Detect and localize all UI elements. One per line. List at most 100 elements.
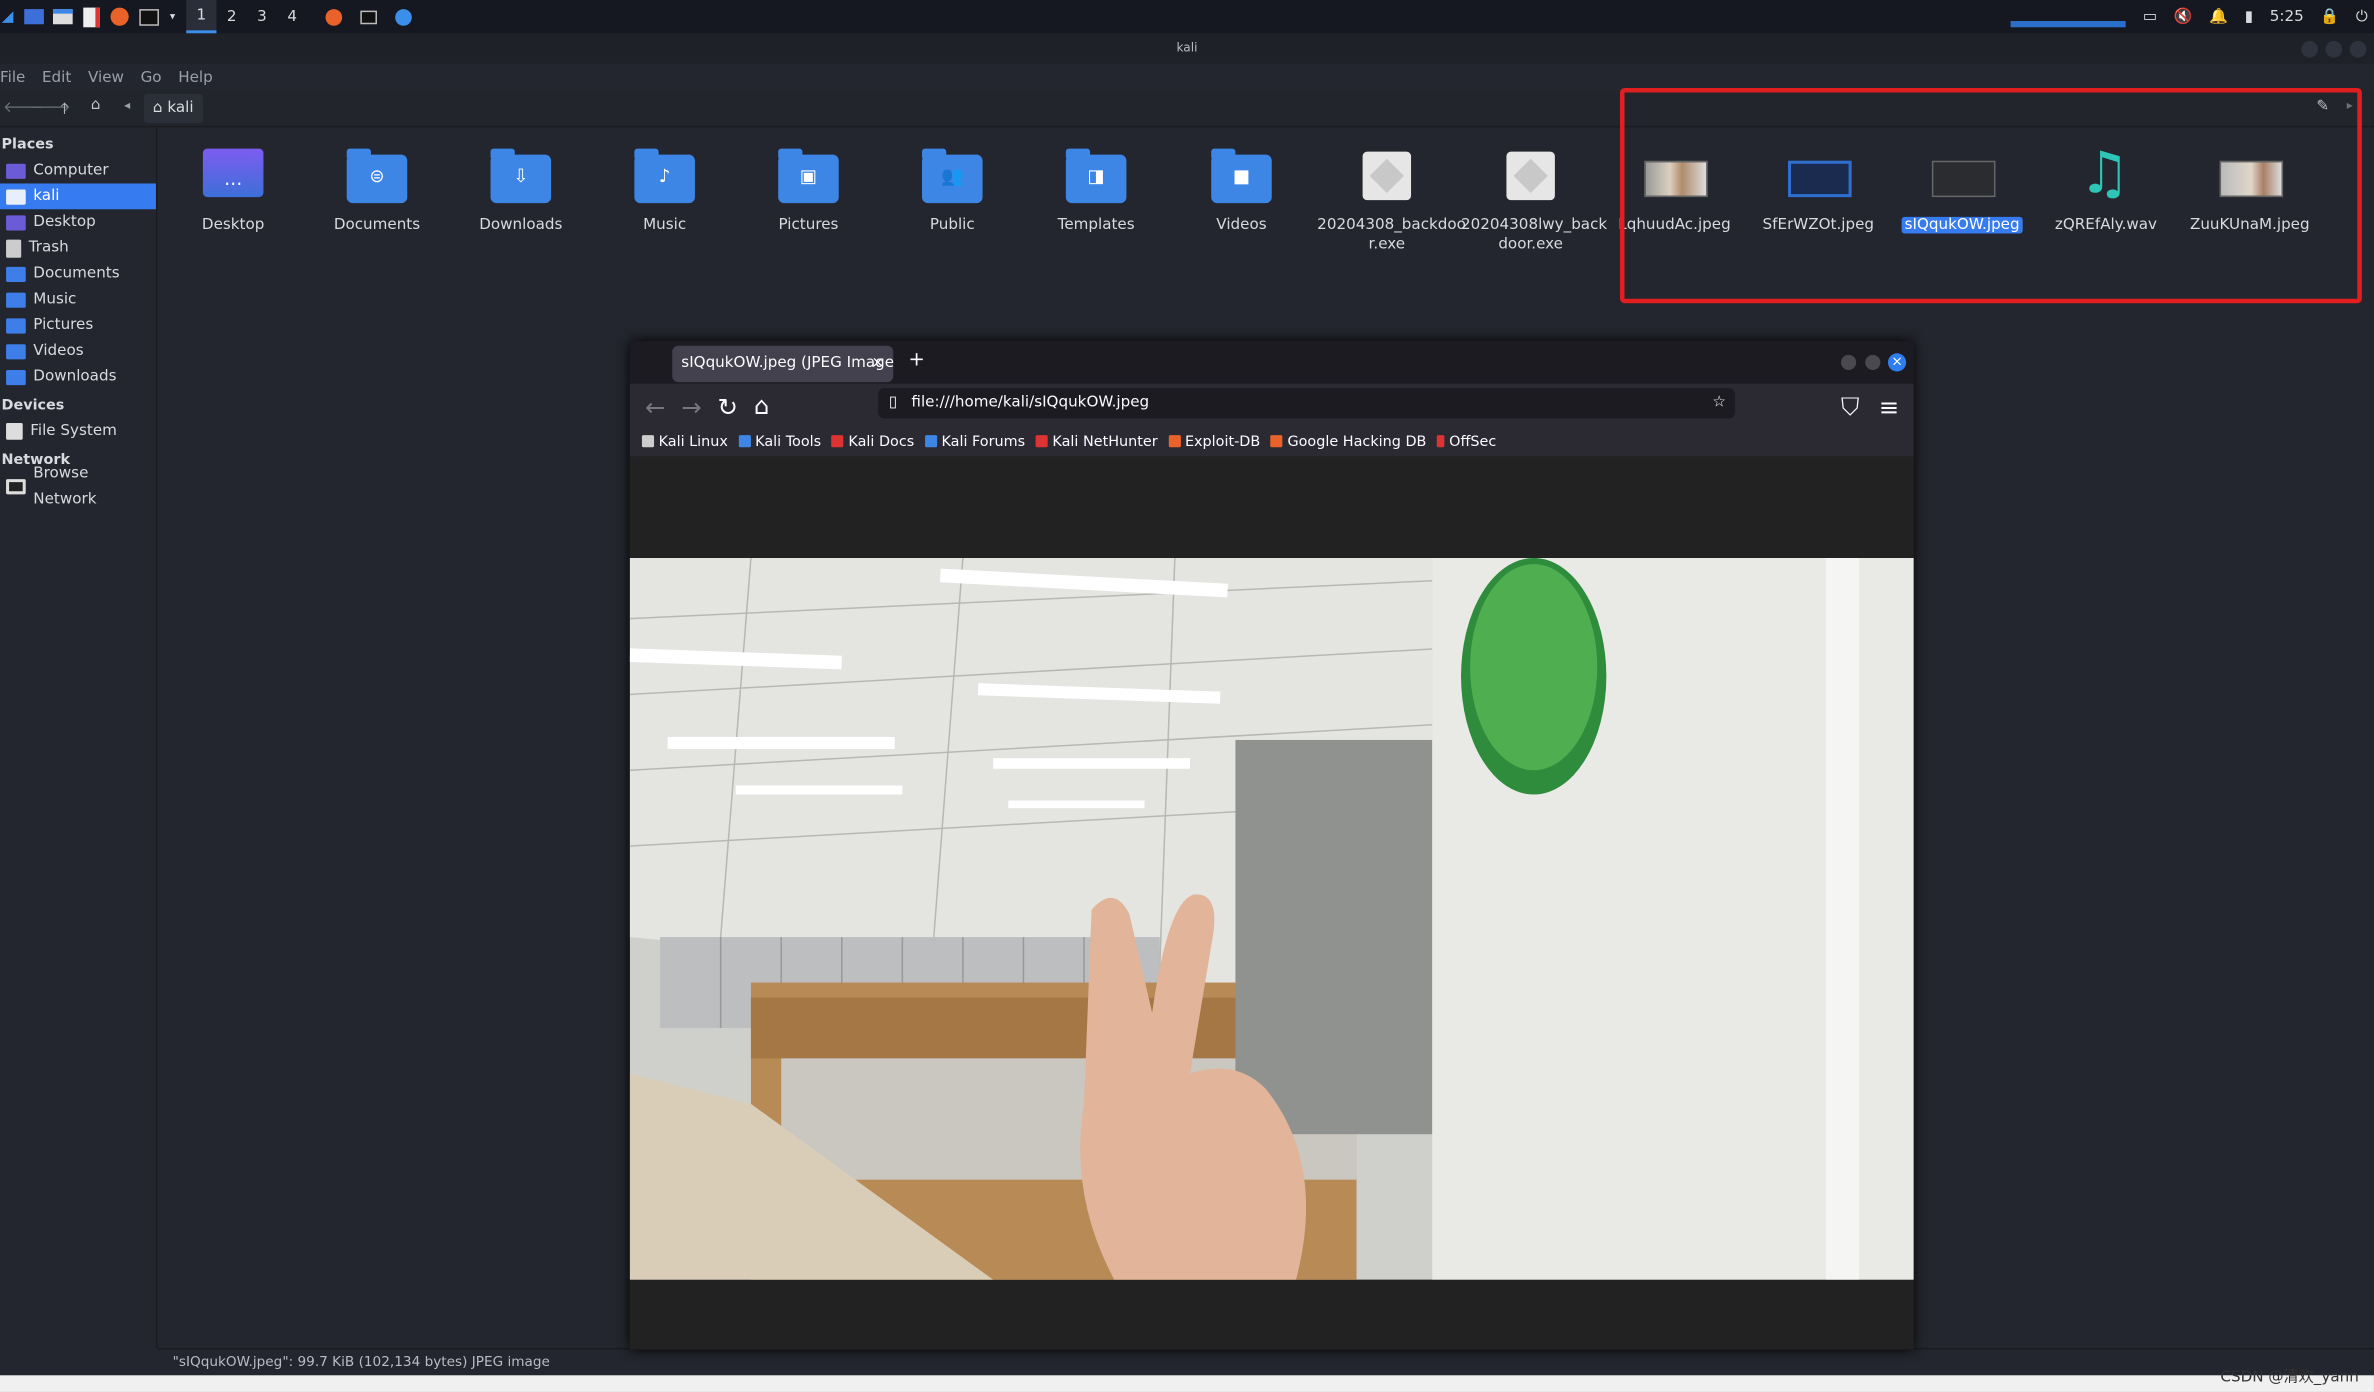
back-icon[interactable]: ← [645, 393, 665, 422]
bell-icon[interactable]: 🔔 [2209, 8, 2228, 25]
file-manager-icon[interactable] [51, 3, 72, 30]
bookmark-kali-docs[interactable]: Kali Docs [831, 433, 914, 450]
workspace-3[interactable]: 3 [247, 0, 277, 33]
file-item-downloads[interactable]: ⇩ Downloads [451, 146, 590, 235]
file-item-music[interactable]: ♪ Music [595, 146, 734, 235]
file-item-documents[interactable]: ⊜ Documents [307, 146, 446, 235]
text-editor-icon[interactable] [80, 3, 101, 30]
close-button[interactable]: × [1887, 353, 1907, 372]
lock-icon[interactable]: 🔒 [2320, 8, 2339, 25]
bookmark-kali-nethunter[interactable]: Kali NetHunter [1035, 433, 1158, 450]
workspace-4[interactable]: 4 [277, 0, 307, 33]
file-item-pictures[interactable]: ▣ Pictures [739, 146, 878, 235]
file-item-lwy-backdoor-exe[interactable]: 20204308lwy_back door.exe [1461, 146, 1607, 255]
home-crumb-icon: ⌂ [152, 100, 163, 117]
sidebar-item-pictures[interactable]: Pictures [0, 312, 156, 338]
close-button[interactable] [2349, 40, 2367, 58]
url-text: file:///home/kali/sIQqukOW.jpeg [911, 394, 1150, 411]
network-icon [6, 478, 26, 494]
menu-view[interactable]: View [88, 69, 124, 86]
menu-go[interactable]: Go [141, 69, 162, 86]
maximize-button[interactable] [2325, 40, 2343, 58]
google-hacking-db-icon [1270, 435, 1283, 448]
sidebar-item-trash[interactable]: Trash [0, 235, 156, 261]
minimize-button[interactable] [2301, 40, 2318, 58]
file-item-templates[interactable]: ◨ Templates [1026, 146, 1165, 235]
bookmark-kali-forums[interactable]: Kali Forums [924, 433, 1025, 450]
display-icon[interactable]: ▭ [2143, 8, 2157, 25]
offsec-icon [1437, 435, 1445, 448]
sidebar-item-videos[interactable]: Videos [0, 338, 156, 364]
bookmark-kali-tools[interactable]: Kali Tools [738, 433, 821, 450]
sidebar-item-documents[interactable]: Documents [0, 261, 156, 287]
clock[interactable]: 5:25 [2270, 8, 2304, 25]
file-item-videos[interactable]: ■ Videos [1172, 146, 1311, 235]
window-title: kali [1176, 40, 1198, 55]
kali-forums-icon [924, 435, 937, 448]
sidebar-item-downloads[interactable]: Downloads [0, 364, 156, 390]
drive-icon [6, 423, 23, 440]
up-arrow-icon[interactable]: 🡑 [61, 99, 69, 125]
computer-icon [6, 163, 26, 179]
bookmark-star-icon[interactable]: ☆ [1712, 388, 1726, 418]
firefox-icon[interactable] [109, 3, 130, 30]
documents-folder-icon [6, 266, 26, 282]
taskbar-settings-icon[interactable] [389, 3, 416, 30]
exploit-db-icon [1168, 435, 1181, 448]
breadcrumb[interactable]: ⌂ kali [143, 94, 203, 123]
maximize-button[interactable] [1865, 354, 1881, 370]
sidebar-item-kali[interactable]: kali [0, 183, 156, 210]
sidebar-item-file-system[interactable]: File System [0, 418, 156, 444]
reload-icon[interactable]: ↻ [718, 393, 738, 422]
pocket-icon[interactable]: ⛉ [1841, 393, 1859, 423]
executable-icon [1362, 151, 1412, 201]
sidebar-item-desktop[interactable]: Desktop [0, 209, 156, 235]
devices-header: Devices [1, 397, 65, 414]
kali-docs-icon [831, 435, 844, 448]
bookmark-exploit-db[interactable]: Exploit-DB [1168, 433, 1260, 450]
breadcrumb-kali: kali [167, 100, 194, 117]
menu-edit[interactable]: Edit [42, 69, 71, 86]
pictures-folder-icon [6, 317, 26, 333]
menu-help[interactable]: Help [178, 69, 213, 86]
hamburger-menu-icon[interactable]: ≡ [1879, 393, 1899, 422]
sidebar-item-music[interactable]: Music [0, 287, 156, 313]
new-tab-button[interactable]: + [908, 349, 925, 372]
file-item-desktop[interactable]: … Desktop [164, 146, 303, 235]
kali-menu-icon[interactable]: ◢ [0, 3, 15, 30]
chevron-left-icon[interactable]: ◂ [124, 99, 130, 113]
videos-folder-icon: ■ [1211, 148, 1272, 204]
power-icon[interactable]: ⏻ [2356, 8, 2368, 25]
downloads-folder-icon: ⇩ [490, 148, 552, 204]
sidebar-item-browse-network[interactable]: Browse Network [0, 465, 156, 507]
menu-bar: File Edit View Go Help [0, 63, 2374, 91]
battery-icon[interactable]: ▮ [2245, 8, 2253, 25]
webcam-photo[interactable] [629, 557, 1914, 1280]
minimize-button[interactable] [1841, 354, 1857, 370]
sidebar-item-computer[interactable]: Computer [0, 158, 156, 184]
menu-file[interactable]: File [0, 69, 25, 86]
places-header: Places [1, 136, 54, 154]
tab-image[interactable]: sIQqukOW.jpeg (JPEG Image × [672, 345, 894, 383]
status-bar: "sIQqukOW.jpeg": 99.7 KiB (102,134 bytes… [157, 1347, 2374, 1376]
workspace-1[interactable]: 1 [186, 0, 217, 34]
home-icon[interactable]: ⌂ [91, 97, 101, 114]
taskbar-firefox-icon[interactable] [319, 3, 346, 30]
url-bar[interactable]: ▯ file:///home/kali/sIQqukOW.jpeg ☆ [878, 388, 1736, 419]
terminal-icon[interactable] [138, 3, 159, 30]
show-desktop-icon[interactable] [23, 3, 44, 30]
home-icon[interactable]: ⌂ [754, 391, 769, 420]
taskbar-terminal-icon[interactable] [354, 3, 381, 30]
templates-folder-icon: ◨ [1065, 148, 1127, 204]
chevron-down-icon[interactable]: ▾ [167, 3, 179, 30]
file-item-public[interactable]: 👥 Public [883, 146, 1022, 235]
mute-icon[interactable]: 🔇 [2174, 8, 2193, 25]
file-item-backdoor-exe[interactable]: 20204308_backdoo r.exe [1317, 146, 1466, 255]
bookmark-offsec[interactable]: OffSec [1437, 433, 1496, 450]
bookmark-kali-linux[interactable]: Kali Linux [641, 433, 728, 450]
close-tab-icon[interactable]: × [871, 346, 884, 382]
bookmark-google-hacking-db[interactable]: Google Hacking DB [1270, 433, 1426, 450]
home-folder-icon [6, 188, 26, 204]
workspace-2[interactable]: 2 [217, 0, 247, 33]
forward-icon[interactable]: → [681, 393, 701, 422]
